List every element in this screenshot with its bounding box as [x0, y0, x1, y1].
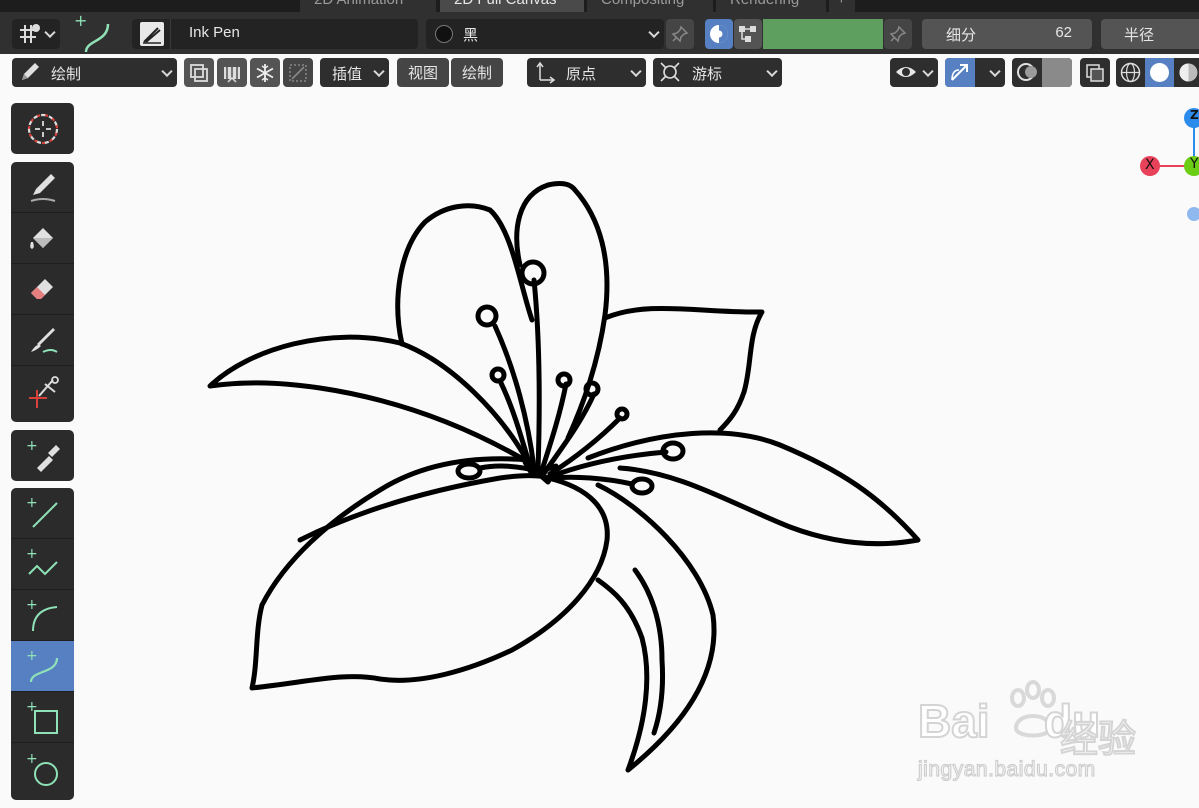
watermark-url: jingyan.baidu.com: [917, 757, 1096, 781]
navigation-gizmo[interactable]: [1130, 100, 1199, 230]
watermark: Bai du 经验 jingyan.baidu.com: [917, 676, 1158, 786]
watermark-brand-left: Bai: [917, 694, 991, 748]
anther-8: [629, 476, 655, 496]
gizmo-y-label: Y: [1190, 156, 1199, 172]
gizmo-x-label: X: [1145, 157, 1155, 173]
petal-back-left: [395, 203, 535, 347]
petal-lower-right-vein: [632, 567, 665, 736]
gizmo-z-label: Z: [1190, 108, 1199, 122]
petal-bottom-left-fold: [297, 473, 551, 543]
petal-right-lower: [585, 430, 921, 547]
watermark-cn: 经验: [1059, 716, 1137, 762]
stamen-1: [531, 277, 542, 473]
anther-9: [455, 461, 483, 481]
anther-2: [475, 304, 499, 328]
anther-3: [489, 366, 507, 384]
gizmo-neg-y-axis[interactable]: [1187, 207, 1199, 221]
anther-6: [614, 406, 630, 422]
anther-4: [555, 371, 573, 389]
petal-left-upper: [207, 334, 531, 465]
anther-5: [583, 380, 601, 398]
